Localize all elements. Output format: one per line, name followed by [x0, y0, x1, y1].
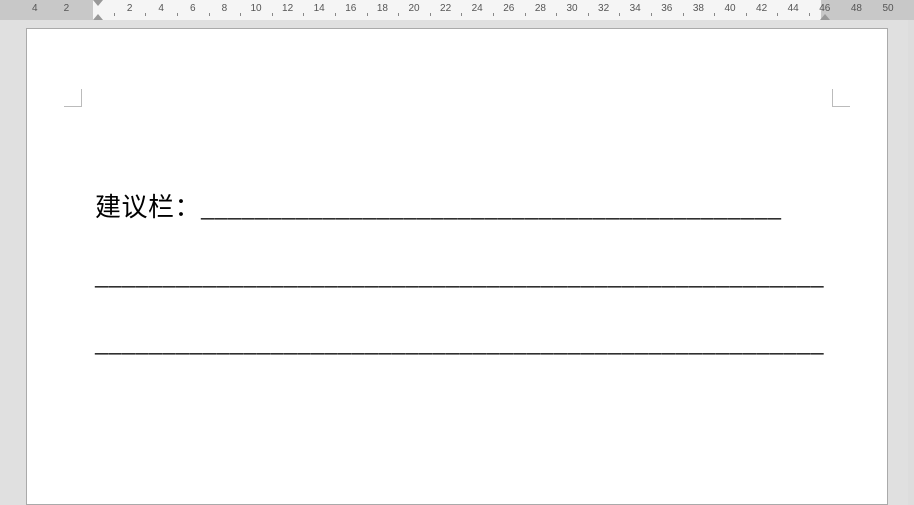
ruler-tick: [209, 13, 210, 16]
indent-marker-right[interactable]: [820, 0, 830, 20]
ruler-number: 34: [630, 3, 641, 14]
ruler-tick: [335, 13, 336, 16]
ruler-number: 32: [598, 3, 609, 14]
ruler-tick: [177, 13, 178, 16]
ruler-tick: [272, 13, 273, 16]
doc-line-1[interactable]: 建议栏：____________________________________…: [95, 174, 819, 242]
ruler-tick: [651, 13, 652, 16]
ruler-tick: [367, 13, 368, 16]
ruler-number: 26: [503, 3, 514, 14]
ruler-tick: [240, 13, 241, 16]
ruler-number: 12: [282, 3, 293, 14]
hanging-indent-icon[interactable]: [93, 14, 103, 20]
ruler-number: 8: [222, 3, 228, 14]
ruler-number: 30: [566, 3, 577, 14]
ruler-tick: [683, 13, 684, 16]
line1-underline: ________________________________________…: [201, 193, 782, 222]
ruler-number: 18: [377, 3, 388, 14]
ruler-number: 38: [693, 3, 704, 14]
ruler-tick: [746, 13, 747, 16]
suggestion-label: 建议栏：: [95, 193, 201, 222]
ruler-number: 24: [472, 3, 483, 14]
ruler-tick: [430, 13, 431, 16]
ruler-tick: [619, 13, 620, 16]
ruler-number: 2: [64, 3, 70, 14]
ruler-ticks: 4224681012141618202224262830323436384042…: [0, 0, 914, 20]
vertical-scrollbar[interactable]: [908, 20, 914, 505]
workspace: 建议栏：____________________________________…: [0, 20, 914, 505]
ruler-number: 20: [408, 3, 419, 14]
ruler-tick: [714, 13, 715, 16]
indent-marker-left[interactable]: [93, 0, 103, 20]
ruler-number: 48: [851, 3, 862, 14]
ruler-tick: [809, 13, 810, 16]
ruler-tick: [461, 13, 462, 16]
margin-corner-top-left: [64, 89, 82, 107]
ruler-tick: [398, 13, 399, 16]
ruler-number: 6: [190, 3, 196, 14]
ruler-number: 40: [724, 3, 735, 14]
ruler-number: 36: [661, 3, 672, 14]
ruler-tick: [588, 13, 589, 16]
horizontal-ruler[interactable]: 4224681012141618202224262830323436384042…: [0, 0, 914, 20]
ruler-number: 50: [882, 3, 893, 14]
doc-line-2[interactable]: ________________________________________…: [95, 242, 819, 310]
ruler-number: 4: [32, 3, 38, 14]
margin-corner-top-right: [832, 89, 850, 107]
ruler-tick: [777, 13, 778, 16]
ruler-tick: [145, 13, 146, 16]
ruler-number: 4: [158, 3, 164, 14]
ruler-number: 44: [788, 3, 799, 14]
ruler-number: 2: [127, 3, 133, 14]
doc-line-3[interactable]: ________________________________________…: [95, 309, 819, 377]
first-line-indent-icon[interactable]: [93, 0, 103, 6]
ruler-tick: [493, 13, 494, 16]
ruler-number: 16: [345, 3, 356, 14]
document-page[interactable]: 建议栏：____________________________________…: [26, 28, 888, 505]
document-content[interactable]: 建议栏：____________________________________…: [95, 174, 819, 377]
ruler-number: 22: [440, 3, 451, 14]
ruler-number: 42: [756, 3, 767, 14]
ruler-number: 28: [535, 3, 546, 14]
ruler-tick: [303, 13, 304, 16]
ruler-tick: [525, 13, 526, 16]
right-indent-icon[interactable]: [820, 14, 830, 20]
ruler-number: 10: [250, 3, 261, 14]
ruler-tick: [556, 13, 557, 16]
ruler-tick: [114, 13, 115, 16]
ruler-number: 14: [314, 3, 325, 14]
